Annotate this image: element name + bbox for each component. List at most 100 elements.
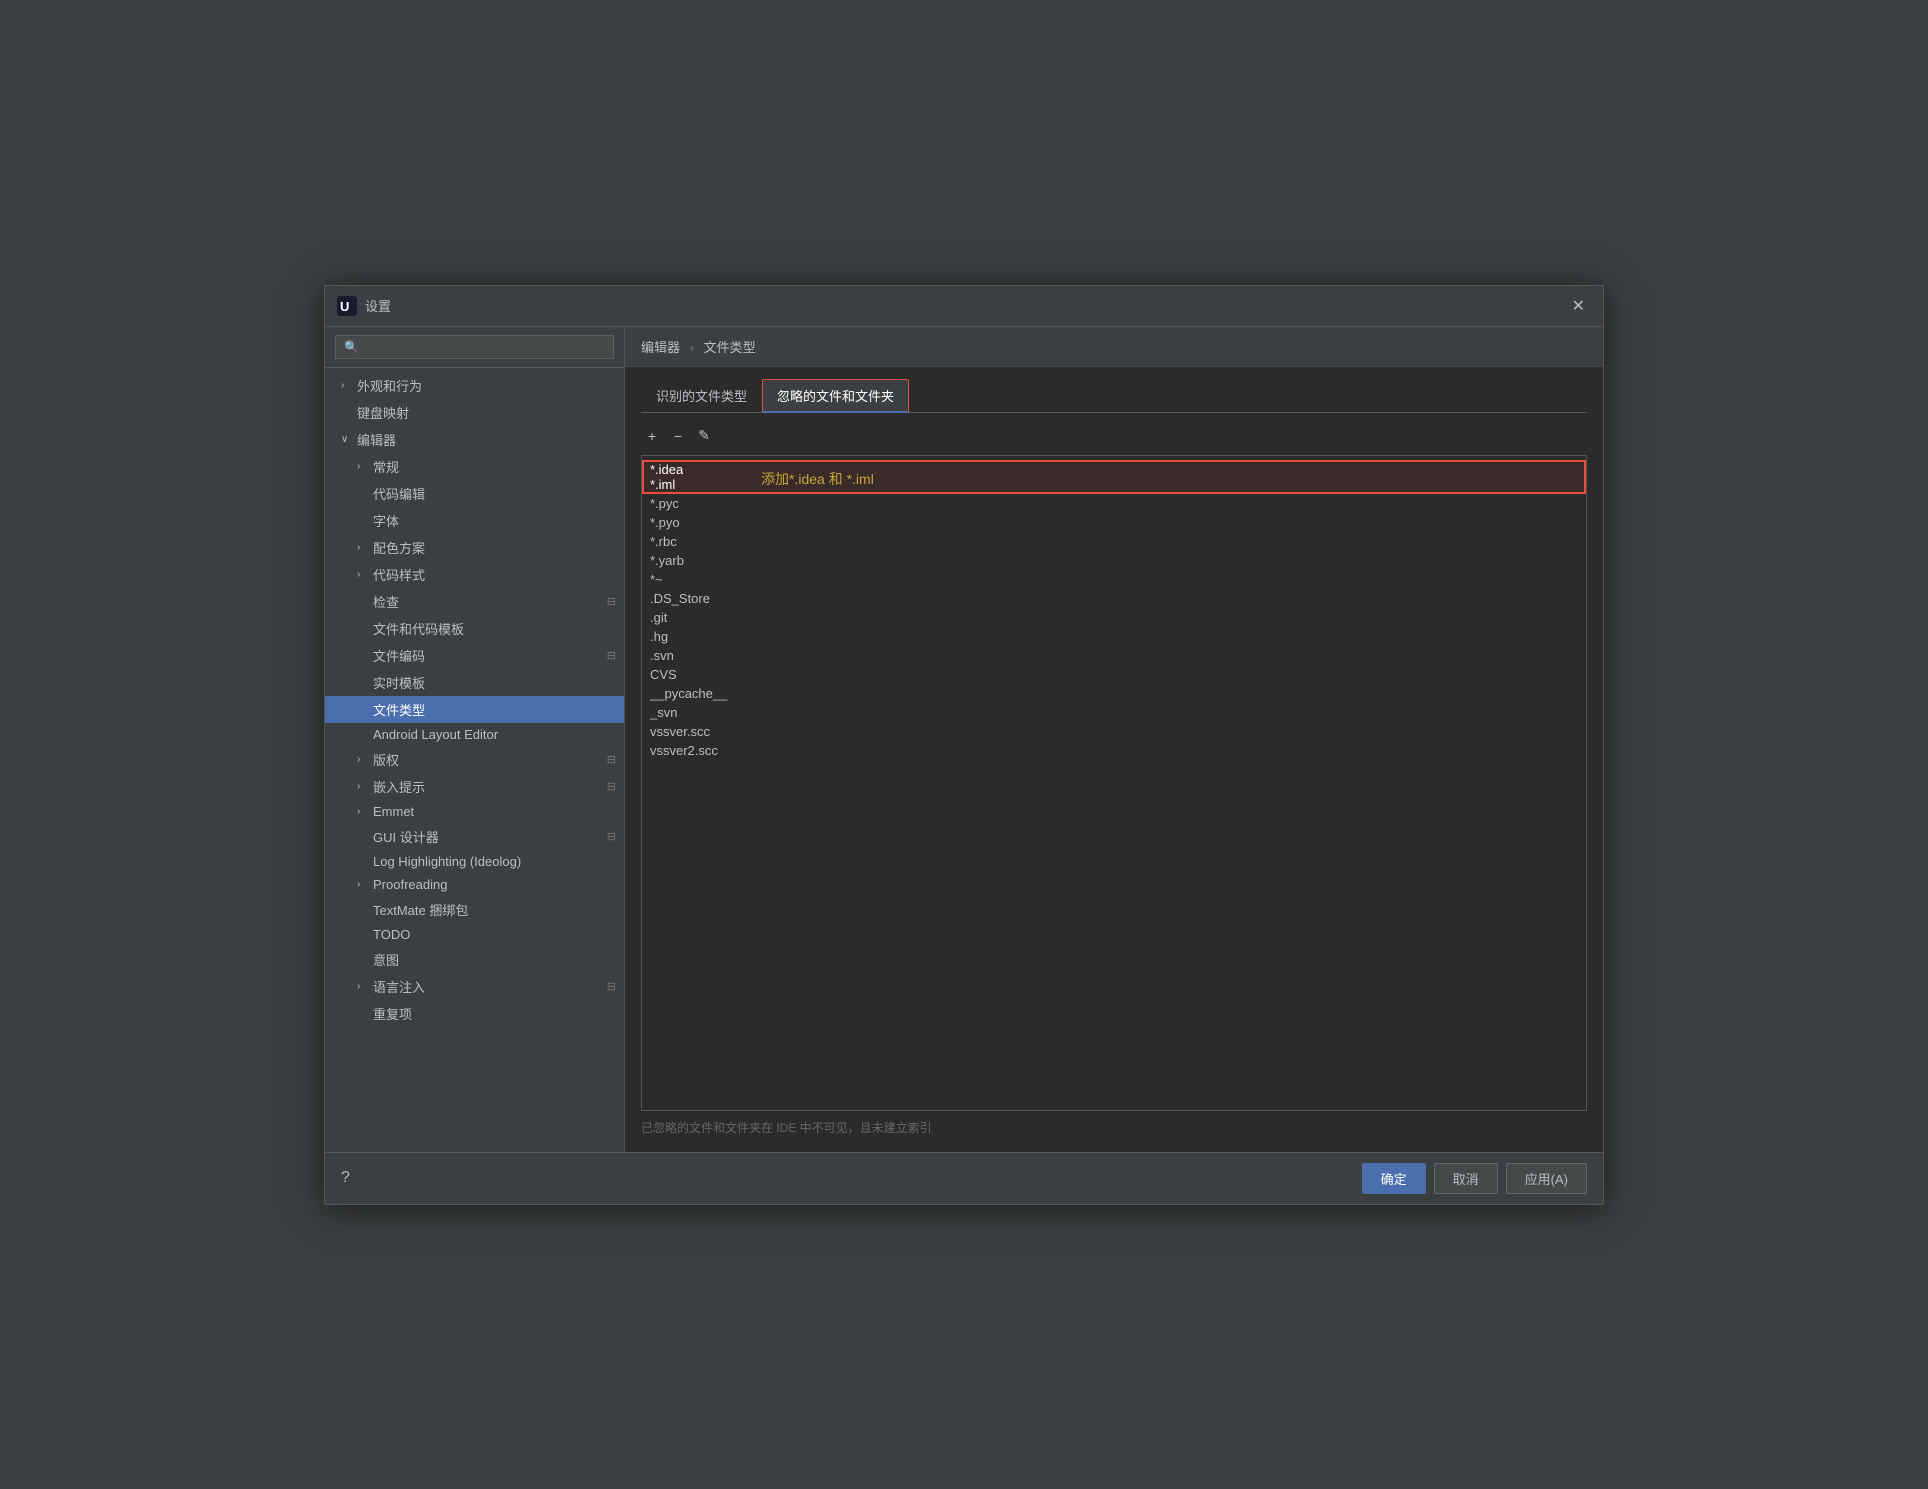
sidebar-item-live-templates[interactable]: 实时模板 bbox=[325, 669, 624, 696]
sidebar-list: › 外观和行为 键盘映射 ∨ 编辑器 › 常规 代码编辑 bbox=[325, 368, 624, 1152]
sidebar-item-label: 语言注入 bbox=[373, 977, 425, 996]
search-input[interactable] bbox=[335, 335, 614, 359]
highlighted-file-item: *.idea *.iml bbox=[642, 460, 1586, 494]
breadcrumb-current: 文件类型 bbox=[704, 340, 756, 355]
external-link-icon: ⊟ bbox=[607, 649, 616, 662]
list-item: vssver.scc bbox=[642, 722, 1586, 741]
sidebar-item-textmate-bundles[interactable]: TextMate 捆绑包 bbox=[325, 896, 624, 923]
expand-arrow-icon: › bbox=[357, 461, 369, 472]
list-item: .svn bbox=[642, 646, 1586, 665]
list-item: __pycache__ bbox=[642, 684, 1586, 703]
sidebar-item-label: GUI 设计器 bbox=[373, 827, 439, 846]
sidebar-item-label: TODO bbox=[373, 927, 410, 942]
tab-bar: 识别的文件类型 忽略的文件和文件夹 bbox=[641, 379, 1587, 413]
sidebar-item-inlay-hints[interactable]: › 嵌入提示 ⊟ bbox=[325, 773, 624, 800]
close-button[interactable]: ✕ bbox=[1566, 294, 1591, 318]
expand-arrow-icon: › bbox=[341, 380, 353, 391]
sidebar-item-code-style[interactable]: › 代码样式 bbox=[325, 561, 624, 588]
sidebar-item-label: 重复项 bbox=[373, 1004, 412, 1023]
sidebar-item-label: 文件类型 bbox=[373, 700, 425, 719]
sidebar-item-language-inject[interactable]: › 语言注入 ⊟ bbox=[325, 973, 624, 1000]
list-item: CVS bbox=[642, 665, 1586, 684]
sidebar-item-file-code-templates[interactable]: 文件和代码模板 bbox=[325, 615, 624, 642]
svg-text:U: U bbox=[340, 299, 349, 314]
sidebar-item-color-scheme[interactable]: › 配色方案 bbox=[325, 534, 624, 561]
sidebar-item-proofreading[interactable]: › Proofreading bbox=[325, 873, 624, 896]
sidebar-item-editor[interactable]: ∨ 编辑器 bbox=[325, 426, 624, 453]
sidebar-item-label: 检查 bbox=[373, 592, 399, 611]
expand-arrow-icon: › bbox=[357, 781, 369, 792]
confirm-button[interactable]: 确定 bbox=[1362, 1163, 1426, 1194]
expand-arrow-icon: › bbox=[357, 806, 369, 817]
sidebar-item-font[interactable]: 字体 bbox=[325, 507, 624, 534]
sidebar-item-reset-items[interactable]: 重复项 bbox=[325, 1000, 624, 1027]
sidebar-item-keymap[interactable]: 键盘映射 bbox=[325, 399, 624, 426]
content-area: 识别的文件类型 忽略的文件和文件夹 + − ✎ bbox=[625, 367, 1603, 1152]
list-item: *.yarb bbox=[642, 551, 1586, 570]
edit-button[interactable]: ✎ bbox=[693, 425, 715, 447]
list-item: _svn bbox=[642, 703, 1586, 722]
sidebar-item-gui-designer[interactable]: GUI 设计器 ⊟ bbox=[325, 823, 624, 850]
expand-arrow-icon: › bbox=[357, 981, 369, 992]
external-link-icon: ⊟ bbox=[607, 595, 616, 608]
breadcrumb-sep: › bbox=[690, 340, 694, 355]
file-list-wrapper: *.idea *.iml *.pyc *.pyo *.rbc *.yarb *~… bbox=[641, 455, 1587, 1111]
expand-arrow-icon: › bbox=[357, 879, 369, 890]
cancel-button[interactable]: 取消 bbox=[1434, 1163, 1498, 1194]
titlebar: U 设置 ✕ bbox=[325, 286, 1603, 327]
sidebar-item-label: 外观和行为 bbox=[357, 376, 422, 395]
sidebar-item-code-editing[interactable]: 代码编辑 bbox=[325, 480, 624, 507]
sidebar-item-appearance[interactable]: › 外观和行为 bbox=[325, 372, 624, 399]
sidebar-item-log-highlighting[interactable]: Log Highlighting (Ideolog) bbox=[325, 850, 624, 873]
sidebar-item-file-encodings[interactable]: 文件编码 ⊟ bbox=[325, 642, 624, 669]
sidebar-item-general[interactable]: › 常规 bbox=[325, 453, 624, 480]
sidebar-item-inspections[interactable]: 检查 ⊟ bbox=[325, 588, 624, 615]
sidebar-item-label: 实时模板 bbox=[373, 673, 425, 692]
help-button[interactable]: ? bbox=[341, 1169, 350, 1187]
sidebar-item-label: 字体 bbox=[373, 511, 399, 530]
sidebar-item-label: 代码编辑 bbox=[373, 484, 425, 503]
sidebar-item-label: Android Layout Editor bbox=[373, 727, 498, 742]
tab-recognized[interactable]: 识别的文件类型 bbox=[641, 379, 762, 413]
sidebar-item-intent[interactable]: 意图 bbox=[325, 946, 624, 973]
sidebar-item-label: 代码样式 bbox=[373, 565, 425, 584]
list-item: *.rbc bbox=[642, 532, 1586, 551]
footer-actions: 确定 取消 应用(A) bbox=[1362, 1163, 1587, 1194]
footer: ? 确定 取消 应用(A) bbox=[325, 1152, 1603, 1204]
main-content: 编辑器 › 文件类型 识别的文件类型 忽略的文件和文件夹 + − bbox=[625, 327, 1603, 1152]
breadcrumb: 编辑器 › 文件类型 bbox=[625, 327, 1603, 367]
sidebar-item-android-layout-editor[interactable]: Android Layout Editor bbox=[325, 723, 624, 746]
dialog-title: 设置 bbox=[365, 296, 1566, 315]
sidebar-item-emmet[interactable]: › Emmet bbox=[325, 800, 624, 823]
external-link-icon: ⊟ bbox=[607, 980, 616, 993]
list-item: vssver2.scc bbox=[642, 741, 1586, 760]
file-list-toolbar: + − ✎ bbox=[641, 425, 1587, 447]
remove-button[interactable]: − bbox=[667, 425, 689, 447]
tab-ignored[interactable]: 忽略的文件和文件夹 bbox=[762, 379, 909, 413]
sidebar-item-label: 常规 bbox=[373, 457, 399, 476]
list-item: *~ bbox=[642, 570, 1586, 589]
sidebar-item-label: Proofreading bbox=[373, 877, 447, 892]
sidebar-item-label: 文件和代码模板 bbox=[373, 619, 464, 638]
apply-button[interactable]: 应用(A) bbox=[1506, 1163, 1587, 1194]
search-area bbox=[325, 327, 624, 368]
external-link-icon: ⊟ bbox=[607, 830, 616, 843]
sidebar-item-label: 文件编码 bbox=[373, 646, 425, 665]
add-button[interactable]: + bbox=[641, 425, 663, 447]
settings-dialog: U 设置 ✕ › 外观和行为 键盘映射 ∨ 编辑器 bbox=[324, 285, 1604, 1205]
sidebar-item-label: Log Highlighting (Ideolog) bbox=[373, 854, 521, 869]
sidebar-item-todo[interactable]: TODO bbox=[325, 923, 624, 946]
list-item: .DS_Store bbox=[642, 589, 1586, 608]
dialog-body: › 外观和行为 键盘映射 ∨ 编辑器 › 常规 代码编辑 bbox=[325, 327, 1603, 1152]
sidebar-item-label: 配色方案 bbox=[373, 538, 425, 557]
file-list[interactable]: *.idea *.iml *.pyc *.pyo *.rbc *.yarb *~… bbox=[641, 455, 1587, 1111]
list-item: *.pyc bbox=[642, 494, 1586, 513]
sidebar-item-label: 嵌入提示 bbox=[373, 777, 425, 796]
app-logo: U bbox=[337, 296, 357, 316]
list-item: .hg bbox=[642, 627, 1586, 646]
sidebar-item-label: Emmet bbox=[373, 804, 414, 819]
sidebar-item-file-types[interactable]: 文件类型 bbox=[325, 696, 624, 723]
sidebar-item-copyright[interactable]: › 版权 ⊟ bbox=[325, 746, 624, 773]
external-link-icon: ⊟ bbox=[607, 753, 616, 766]
expand-arrow-icon: › bbox=[357, 754, 369, 765]
